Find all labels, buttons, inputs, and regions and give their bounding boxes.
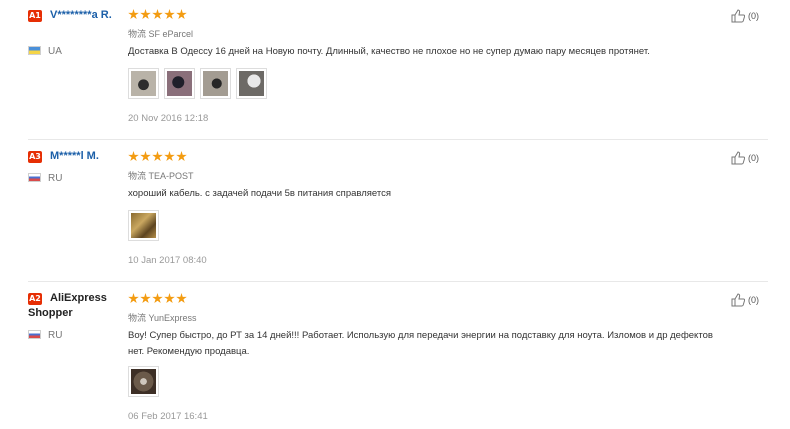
review-photos [128, 68, 267, 99]
star-rating [128, 9, 187, 23]
reviewer-country: UA [48, 46, 62, 57]
helpful-count: (0) [748, 295, 759, 305]
country-flag-icon [28, 46, 41, 55]
shipping-method: SF eParcel [148, 29, 194, 39]
review-photo-thumb[interactable] [164, 68, 195, 99]
shipping-method: TEA-POST [148, 171, 194, 181]
thumbs-up-icon [731, 293, 745, 307]
helpful-count: (0) [748, 11, 759, 21]
review-photo-thumb[interactable] [236, 68, 267, 99]
review-photo-thumb[interactable] [128, 210, 159, 241]
star-icon [140, 293, 151, 304]
star-icon [128, 151, 139, 162]
review-text: хороший кабель. с задачей подачи 5в пита… [128, 188, 392, 199]
review-photos [128, 210, 159, 241]
country-flag-icon [28, 330, 41, 339]
star-icon [152, 151, 163, 162]
reviewer-name[interactable]: M*****l M. [28, 149, 124, 164]
star-icon [164, 151, 175, 162]
review-date: 10 Jan 2017 08:40 [128, 255, 207, 266]
thumbs-up-icon [731, 151, 745, 165]
reviewer-name[interactable]: AliExpress Shopper [28, 291, 124, 321]
review-divider [28, 281, 768, 282]
review-photo-thumb[interactable] [200, 68, 231, 99]
star-rating [128, 151, 187, 165]
review-photo-thumb[interactable] [128, 366, 159, 397]
star-icon [164, 9, 175, 20]
shipping-method: YunExpress [148, 313, 197, 323]
review-text: Воу! Супер быстро, до РТ за 14 дней!!! Р… [128, 330, 713, 357]
country-flag-icon [28, 173, 41, 182]
shipping-info: 物流 SF eParcel [128, 29, 194, 39]
helpful-button[interactable]: (0) [731, 151, 759, 165]
reviewer-country: RU [48, 330, 63, 341]
star-icon [140, 151, 151, 162]
reviewer-country: RU [48, 173, 63, 184]
review-divider [28, 139, 768, 140]
star-icon [176, 151, 187, 162]
review-photo-thumb[interactable] [128, 68, 159, 99]
star-icon [128, 9, 139, 20]
star-icon [164, 293, 175, 304]
star-icon [128, 293, 139, 304]
review-date: 20 Nov 2016 12:18 [128, 113, 209, 124]
reviewer-name[interactable]: V********a R. [28, 8, 124, 23]
star-icon [176, 9, 187, 20]
thumbs-up-icon [731, 9, 745, 23]
review-text: Доставка В Одессу 16 дней на Новую почту… [128, 46, 650, 57]
review-date: 06 Feb 2017 16:41 [128, 411, 208, 422]
helpful-button[interactable]: (0) [731, 9, 759, 23]
star-icon [176, 293, 187, 304]
helpful-button[interactable]: (0) [731, 293, 759, 307]
helpful-count: (0) [748, 153, 759, 163]
shipping-info: 物流 TEA-POST [128, 171, 194, 181]
star-icon [152, 9, 163, 20]
star-icon [152, 293, 163, 304]
review-photos [128, 366, 159, 397]
star-rating [128, 293, 187, 307]
star-icon [140, 9, 151, 20]
shipping-info: 物流 YunExpress [128, 313, 197, 323]
